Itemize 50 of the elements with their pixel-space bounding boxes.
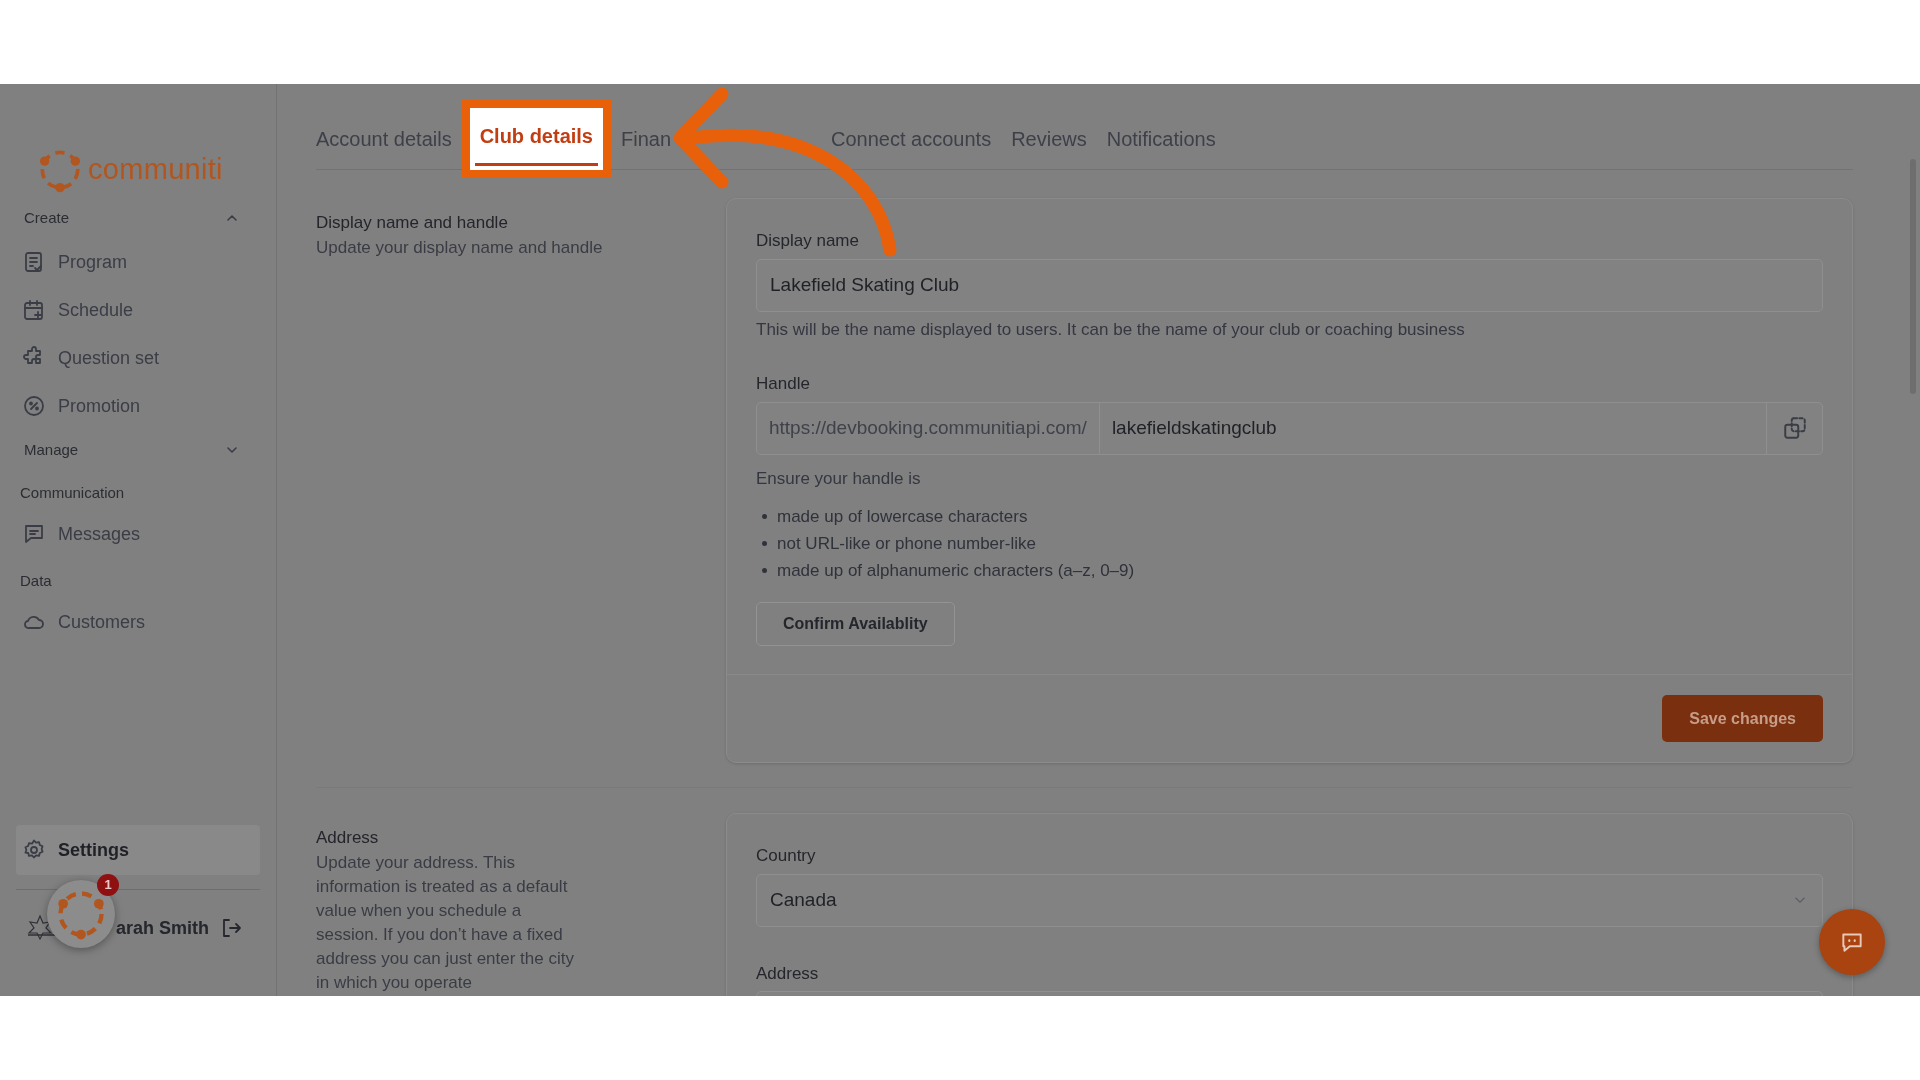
url-prefix: https://devbooking.communitiapi.com/ bbox=[757, 402, 1100, 454]
settings-item[interactable]: Settings bbox=[16, 825, 260, 875]
user-name: arah Smith bbox=[116, 916, 210, 940]
sidebar-item[interactable]: Customers bbox=[16, 598, 260, 646]
display-name-field[interactable]: Lakefield Skating Club bbox=[756, 258, 1823, 312]
chat-icon bbox=[22, 522, 46, 546]
section-description: Update your address. This information is treated as a default value when you schedule a session. If you don’t have a fixed address you can just enter the city in which you operate bbox=[316, 851, 575, 994]
handle-field[interactable]: https://devbooking.communitiapi.com/ lakefieldskatingclub bbox=[756, 401, 1823, 455]
group-label: Manage bbox=[24, 439, 79, 460]
field-label: Handle bbox=[756, 373, 811, 395]
group-header[interactable]: Create bbox=[16, 198, 260, 238]
tab[interactable]: Account details bbox=[316, 123, 462, 154]
calendar-icon bbox=[22, 298, 46, 322]
tab[interactable]: Finan bbox=[611, 123, 682, 154]
help-text: Ensure your handle is bbox=[756, 467, 922, 490]
bullet-icon bbox=[762, 568, 767, 573]
tab[interactable]: Reviews bbox=[1001, 123, 1097, 154]
field-label: Address bbox=[756, 962, 820, 985]
bullet-icon bbox=[762, 514, 767, 519]
group-header[interactable]: Manage bbox=[16, 430, 260, 470]
help-text: This will be the name displayed to users. It can be the name of your club or coaching business bbox=[756, 318, 1466, 341]
save-button[interactable]: Save changes bbox=[1662, 695, 1823, 742]
sidebar-item[interactable]: Promotion bbox=[16, 382, 260, 430]
sidebar-item[interactable]: Messages bbox=[16, 510, 260, 558]
confirm-button[interactable]: Confirm Availablity bbox=[756, 602, 955, 646]
field-label: Display name bbox=[756, 230, 860, 252]
tab[interactable]: Connect accounts bbox=[821, 123, 1002, 154]
rule-text: made up of alphanumeric characters (a–z, 0–9) bbox=[777, 559, 1135, 582]
rule-text: not URL-like or phone number-like bbox=[777, 532, 1036, 555]
copy-icon bbox=[1781, 415, 1808, 441]
rule-text: made up of lowercase characters bbox=[777, 505, 1028, 528]
sidebar-item[interactable]: Program bbox=[16, 238, 260, 286]
bullet-icon bbox=[762, 541, 767, 546]
select-value: Canada bbox=[770, 887, 837, 912]
section-title: Display name and handle bbox=[316, 212, 509, 234]
group-label: Create bbox=[24, 207, 70, 228]
section-description: Update your display name and handle bbox=[316, 236, 604, 259]
tab[interactable]: Notifications bbox=[1096, 123, 1226, 154]
handle-value: lakefieldskatingclub bbox=[1110, 415, 1278, 440]
brand-name: communiti bbox=[88, 152, 223, 188]
country-select[interactable]: Canada bbox=[756, 873, 1823, 927]
notification-badge: 1 bbox=[97, 874, 119, 896]
section-heading: Data bbox=[19, 570, 53, 591]
percent-icon bbox=[22, 394, 46, 418]
sidebar-item[interactable]: Question set bbox=[16, 334, 260, 382]
chat-button[interactable] bbox=[1819, 909, 1885, 975]
section-title: Address bbox=[316, 827, 380, 849]
section-heading: Communication bbox=[19, 482, 126, 503]
sidebar-item[interactable]: Schedule bbox=[16, 286, 260, 334]
field-label: Country bbox=[756, 845, 817, 867]
